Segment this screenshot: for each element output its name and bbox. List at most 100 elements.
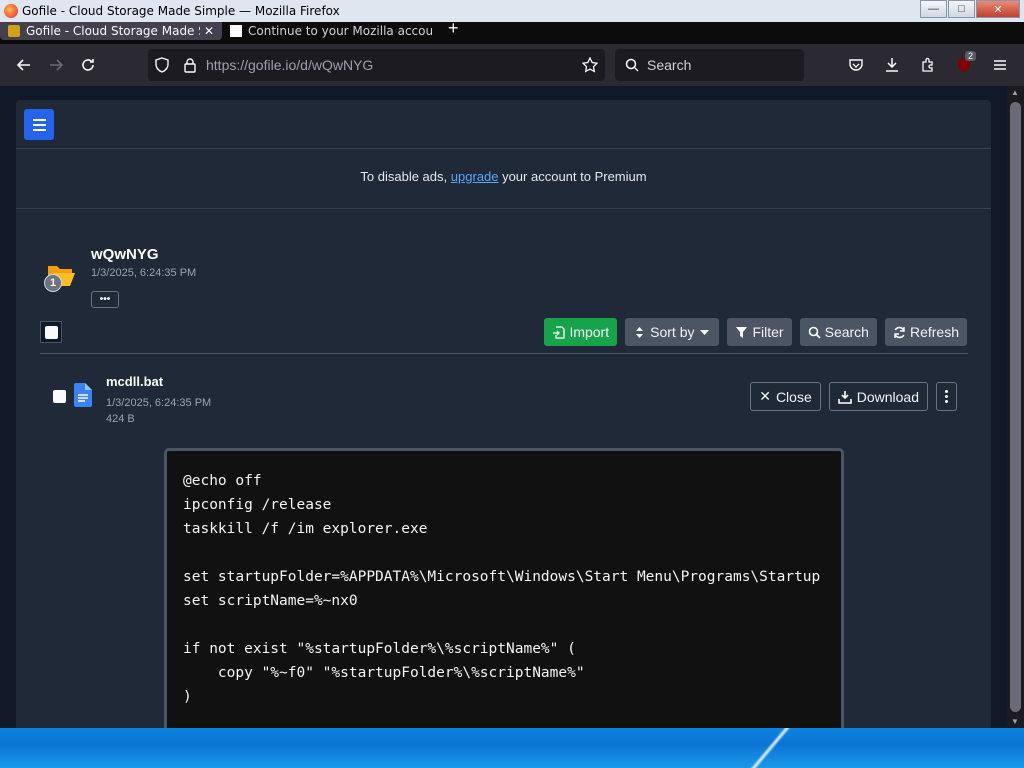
- lock-icon[interactable]: [176, 57, 204, 73]
- folder-more-button[interactable]: •••: [91, 291, 119, 308]
- file-size: 424 B: [106, 413, 135, 425]
- pocket-button[interactable]: [840, 49, 872, 81]
- sort-icon: [636, 326, 644, 338]
- extensions-button[interactable]: [912, 49, 944, 81]
- refresh-icon: [894, 326, 905, 338]
- firefox-icon: [4, 4, 18, 18]
- page-scrollbar[interactable]: ▲ ▼: [1007, 86, 1024, 728]
- ublock-extension-button[interactable]: 2: [948, 49, 980, 81]
- downloads-button[interactable]: [876, 49, 908, 81]
- scroll-up-arrow-icon[interactable]: ▲: [1011, 88, 1019, 97]
- ad-banner-prefix: To disable ads,: [360, 169, 451, 184]
- checkbox-box: [44, 325, 58, 339]
- folder-item-count: 1: [44, 274, 62, 292]
- file-text-icon: [74, 383, 92, 407]
- search-bar[interactable]: Search: [615, 49, 804, 81]
- code-preview: @echo off ipconfig /release taskkill /f …: [164, 448, 844, 728]
- close-icon: ✕: [759, 388, 771, 404]
- reload-button[interactable]: [72, 49, 104, 81]
- tab-close-icon[interactable]: ✕: [204, 24, 214, 38]
- content-toolbar: Import Sort by Filter Search Refresh: [544, 318, 967, 346]
- mozilla-favicon-icon: [230, 25, 242, 37]
- close-preview-button[interactable]: ✕ Close: [750, 382, 821, 411]
- hamburger-menu-icon: [994, 60, 1006, 70]
- kebab-dot-icon: [945, 390, 948, 393]
- download-icon: [837, 390, 852, 404]
- close-label: Close: [775, 388, 812, 405]
- url-text: https://gofile.io/d/wQwNYG: [206, 57, 374, 73]
- tab-label: Gofile - Cloud Storage Made Simple: [26, 24, 200, 38]
- file-date: 1/3/2025, 6:24:35 PM: [106, 397, 212, 409]
- minimize-button[interactable]: —: [920, 0, 947, 18]
- file-row-checkbox[interactable]: [52, 389, 66, 403]
- menu-bar-icon: [32, 118, 46, 121]
- tab-mozilla-account[interactable]: Continue to your Mozilla account: [222, 22, 440, 40]
- file-import-icon: [553, 325, 566, 339]
- url-bar[interactable]: https://gofile.io/d/wQwNYG: [148, 49, 605, 81]
- arrow-left-icon: [16, 59, 30, 71]
- download-icon: [886, 58, 898, 72]
- gofile-favicon-icon: [8, 25, 20, 37]
- toolbar-icons: 2: [840, 49, 1016, 81]
- taskbar-light-streak: [726, 728, 884, 768]
- scrollbar-thumb[interactable]: [1010, 102, 1021, 712]
- download-label: Download: [856, 388, 919, 405]
- shield-icon[interactable]: [148, 57, 176, 73]
- windows-taskbar: [0, 728, 1024, 768]
- filter-button[interactable]: Filter: [727, 318, 792, 346]
- extension-badge: 2: [964, 51, 976, 61]
- file-more-options-button[interactable]: [936, 382, 957, 411]
- menu-bar-icon: [32, 123, 46, 126]
- tab-label: Continue to your Mozilla account: [248, 24, 432, 38]
- maximize-button[interactable]: □: [948, 0, 975, 18]
- pocket-icon: [849, 59, 863, 71]
- divider: [40, 353, 968, 354]
- file-actions: ✕ Close Download: [750, 382, 957, 411]
- search-icon: [625, 58, 639, 72]
- sort-by-button[interactable]: Sort by: [625, 318, 720, 346]
- divider: [16, 208, 991, 209]
- tab-gofile[interactable]: Gofile - Cloud Storage Made Simple ✕: [0, 22, 222, 40]
- refresh-label: Refresh: [909, 324, 959, 340]
- folder-name: wQwNYG: [91, 246, 159, 263]
- menu-bar-icon: [32, 128, 46, 131]
- bookmark-star-icon[interactable]: [575, 57, 605, 73]
- window-title: Gofile - Cloud Storage Made Simple — Moz…: [22, 4, 340, 18]
- arrow-right-icon: [50, 59, 64, 71]
- filter-label: Filter: [752, 324, 784, 340]
- reload-icon: [82, 59, 94, 71]
- code-preview-text: @echo off ipconfig /release taskkill /f …: [183, 473, 821, 705]
- file-name[interactable]: mcdll.bat: [106, 374, 163, 389]
- refresh-button[interactable]: Refresh: [884, 318, 967, 346]
- filter-icon: [736, 326, 748, 338]
- download-button[interactable]: Download: [828, 382, 928, 411]
- app-menu-button[interactable]: [984, 49, 1016, 81]
- ad-banner: To disable ads, upgrade your account to …: [16, 169, 991, 184]
- search-button[interactable]: Search: [799, 318, 877, 346]
- back-button[interactable]: [8, 49, 40, 81]
- window-controls: — □ ✕: [920, 0, 1020, 18]
- scroll-down-arrow-icon[interactable]: ▼: [1011, 717, 1019, 726]
- search-icon: [808, 326, 821, 339]
- search-placeholder: Search: [647, 57, 692, 73]
- select-all-checkbox[interactable]: [40, 321, 62, 343]
- puzzle-icon: [922, 57, 933, 72]
- kebab-dot-icon: [945, 395, 948, 398]
- divider: [16, 148, 991, 149]
- close-window-button[interactable]: ✕: [976, 0, 1020, 18]
- forward-button[interactable]: [40, 49, 72, 81]
- ad-banner-suffix: your account to Premium: [498, 169, 647, 184]
- caret-down-icon: [700, 329, 710, 335]
- sort-by-label: Sort by: [650, 324, 695, 340]
- new-tab-icon[interactable]: +: [448, 18, 459, 39]
- import-button[interactable]: Import: [544, 318, 618, 346]
- folder-date: 1/3/2025, 6:24:35 PM: [91, 267, 197, 279]
- kebab-dot-icon: [945, 400, 948, 403]
- upgrade-link[interactable]: upgrade: [451, 169, 499, 184]
- search-label: Search: [824, 324, 869, 340]
- navigation-bar: https://gofile.io/d/wQwNYG Search 2: [0, 44, 1024, 86]
- tab-strip: Gofile - Cloud Storage Made Simple ✕ Con…: [0, 18, 1024, 44]
- window-titlebar: Gofile - Cloud Storage Made Simple — Moz…: [0, 0, 1024, 22]
- import-label: Import: [569, 324, 610, 340]
- sidebar-menu-button[interactable]: [24, 109, 54, 140]
